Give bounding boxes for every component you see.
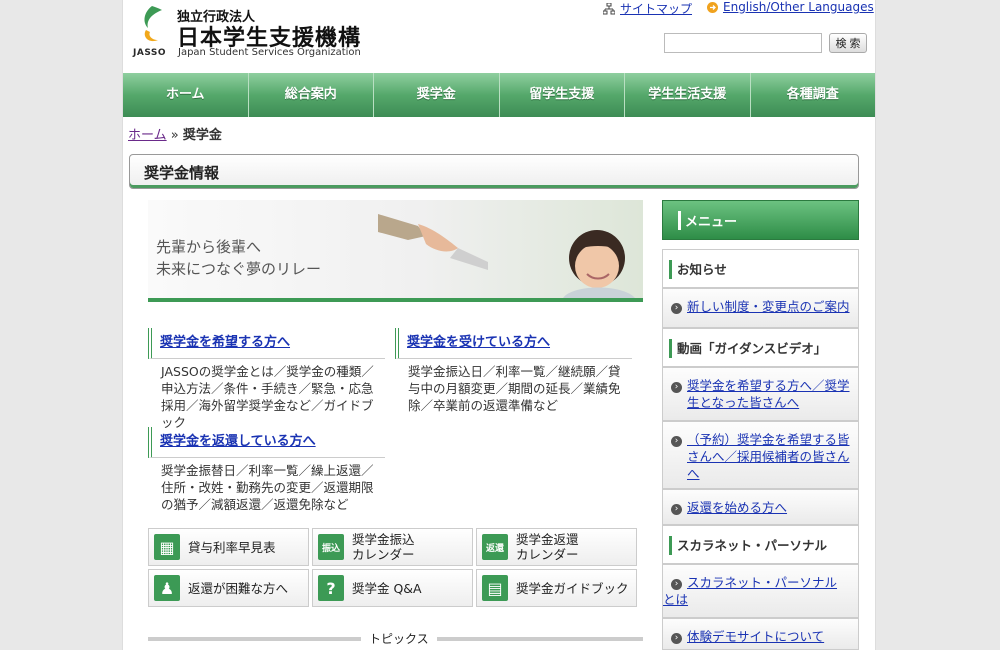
menu-link-video-applicants: › 奨学金を希望する方へ／奨学生となった皆さんへ bbox=[662, 367, 859, 421]
block-repayment-link[interactable]: 奨学金を返還している方へ bbox=[160, 434, 316, 449]
block-recipients-link[interactable]: 奨学金を受けている方へ bbox=[407, 335, 550, 350]
nav-about[interactable]: 総合案内 bbox=[249, 73, 374, 117]
block-repayment: 奨学金を返還している方へ 奨学金振替日／利率一覧／繰上返還／住所・改姓・勤務先の… bbox=[148, 427, 385, 513]
menu-link[interactable]: 体験デモサイトについて bbox=[687, 629, 824, 644]
sitemap-link[interactable]: サイトマップ bbox=[620, 0, 692, 17]
breadcrumb-separator: » bbox=[170, 128, 179, 143]
calculator-icon: ▦ bbox=[154, 534, 180, 560]
tile-label: 貸与利率早見表 bbox=[188, 539, 276, 555]
menu-link[interactable]: スカラネット・パーソナルとは bbox=[639, 574, 850, 608]
menu-section-scholarnet: スカラネット・パーソナル bbox=[662, 525, 859, 564]
tile-difficulty[interactable]: ♟ 返還が困難な方へ bbox=[148, 569, 309, 607]
tile-transfer-calendar[interactable]: 振込 奨学金振込 カレンダー bbox=[312, 528, 473, 566]
global-nav: ホーム 総合案内 奨学金 留学生支援 学生生活支援 各種調査 bbox=[123, 73, 875, 117]
tile-label: 奨学金 Q&A bbox=[352, 580, 422, 596]
banner-line-2: 未来につなぐ夢のリレー bbox=[156, 260, 322, 278]
menu-section-heading: お知らせ bbox=[677, 262, 727, 277]
tile-label: 返還が困難な方へ bbox=[188, 580, 289, 596]
menu-link-new-system: › 新しい制度・変更点のご案内 bbox=[662, 288, 859, 328]
logo-caption: JASSO bbox=[133, 48, 167, 58]
tile-label: 奨学金振込 カレンダー bbox=[352, 532, 415, 562]
topics-label: トピックス bbox=[361, 630, 437, 647]
menu-section-news: お知らせ bbox=[662, 249, 859, 288]
arrow-right-icon: › bbox=[671, 303, 682, 314]
english-link-group: English/Other Languages bbox=[707, 0, 874, 14]
menu-link[interactable]: 返還を始める方へ bbox=[687, 500, 787, 515]
hero-banner: 先輩から後輩へ 未来につなぐ夢のリレー bbox=[148, 200, 643, 302]
arrow-right-icon: › bbox=[671, 504, 682, 515]
tile-label: 奨学金返還 カレンダー bbox=[516, 532, 579, 562]
breadcrumb-current: 奨学金 bbox=[182, 128, 222, 143]
page-title-box: 奨学金情報 bbox=[129, 154, 859, 189]
menu-link-start-repayment: › 返還を始める方へ bbox=[662, 489, 859, 525]
menu-link-scholarnet-about: › スカラネット・パーソナルとは bbox=[662, 564, 859, 618]
furikomi-calendar-icon: 振込 bbox=[318, 534, 344, 560]
arrow-right-icon: › bbox=[671, 633, 682, 644]
handshake-image bbox=[378, 214, 488, 270]
search-input[interactable] bbox=[664, 33, 822, 53]
block-applicants-desc: JASSOの奨学金とは／奨学金の種類／申込方法／条件・手続き／緊急・応急採用／海… bbox=[161, 364, 374, 430]
student-photo bbox=[563, 230, 635, 298]
tile-repayment-calendar[interactable]: 返還 奨学金返還 カレンダー bbox=[476, 528, 637, 566]
tile-rate-table[interactable]: ▦ 貸与利率早見表 bbox=[148, 528, 309, 566]
tile-guidebook[interactable]: ▤ 奨学金ガイドブック bbox=[476, 569, 637, 607]
tile-qa[interactable]: ? 奨学金 Q&A bbox=[312, 569, 473, 607]
arrow-right-icon: › bbox=[671, 579, 682, 590]
page-title: 奨学金情報 bbox=[144, 164, 220, 182]
menu-link-video-reservation: › （予約）奨学金を希望する皆さんへ／採用候補者の皆さんへ bbox=[662, 421, 859, 489]
nav-student-life[interactable]: 学生生活支援 bbox=[625, 73, 751, 117]
menu-section-heading: 動画「ガイダンスビデオ」 bbox=[677, 341, 827, 356]
henkan-calendar-icon: 返還 bbox=[482, 534, 508, 560]
arrow-right-icon: › bbox=[671, 436, 682, 447]
banner-line-1: 先輩から後輩へ bbox=[156, 238, 262, 256]
block-recipients: 奨学金を受けている方へ 奨学金振込日／利率一覧／継続願／貸与中の月額変更／期間の… bbox=[395, 328, 632, 414]
jasso-logo-icon[interactable] bbox=[136, 4, 168, 48]
menu-header: メニュー bbox=[662, 200, 859, 240]
menu-link[interactable]: （予約）奨学金を希望する皆さんへ／採用候補者の皆さんへ bbox=[687, 432, 850, 481]
page: JASSO 独立行政法人 日本学生支援機構 Japan Student Serv… bbox=[122, 0, 876, 650]
sitemap-link-group: サイトマップ bbox=[603, 0, 692, 17]
book-icon: ▤ bbox=[482, 575, 508, 601]
menu-link[interactable]: 奨学金を希望する方へ／奨学生となった皆さんへ bbox=[687, 378, 850, 410]
breadcrumb-home[interactable]: ホーム bbox=[128, 128, 167, 143]
breadcrumb: ホーム » 奨学金 bbox=[128, 124, 222, 143]
arrow-circle-icon bbox=[707, 1, 718, 13]
menu-link-demo-site: › 体験デモサイトについて bbox=[662, 618, 859, 650]
menu-section-heading: スカラネット・パーソナル bbox=[677, 538, 828, 553]
block-repayment-desc: 奨学金振替日／利率一覧／繰上返還／住所・改姓・勤務先の変更／返還期限の猶予／減額… bbox=[161, 463, 374, 512]
nav-home[interactable]: ホーム bbox=[123, 73, 249, 117]
search-button[interactable]: 検 索 bbox=[829, 33, 867, 53]
nav-scholarship[interactable]: 奨学金 bbox=[374, 73, 500, 117]
nav-international[interactable]: 留学生支援 bbox=[500, 73, 625, 117]
block-applicants: 奨学金を希望する方へ JASSOの奨学金とは／奨学金の種類／申込方法／条件・手続… bbox=[148, 328, 385, 431]
person-icon: ♟ bbox=[154, 575, 180, 601]
menu-section-video: 動画「ガイダンスビデオ」 bbox=[662, 328, 859, 367]
menu-title: メニュー bbox=[678, 211, 737, 230]
org-name-en: Japan Student Services Organization bbox=[178, 47, 361, 58]
nav-surveys[interactable]: 各種調査 bbox=[751, 73, 876, 117]
question-icon: ? bbox=[318, 575, 344, 601]
sitemap-icon bbox=[603, 2, 615, 14]
block-applicants-link[interactable]: 奨学金を希望する方へ bbox=[160, 335, 290, 350]
english-link[interactable]: English/Other Languages bbox=[723, 0, 874, 14]
menu-link[interactable]: 新しい制度・変更点のご案内 bbox=[687, 299, 850, 314]
tile-label: 奨学金ガイドブック bbox=[516, 580, 629, 596]
topics-heading: トピックス bbox=[148, 630, 643, 650]
block-recipients-desc: 奨学金振込日／利率一覧／継続願／貸与中の月額変更／期間の延長／業績免除／卒業前の… bbox=[408, 364, 621, 413]
arrow-right-icon: › bbox=[671, 382, 682, 393]
